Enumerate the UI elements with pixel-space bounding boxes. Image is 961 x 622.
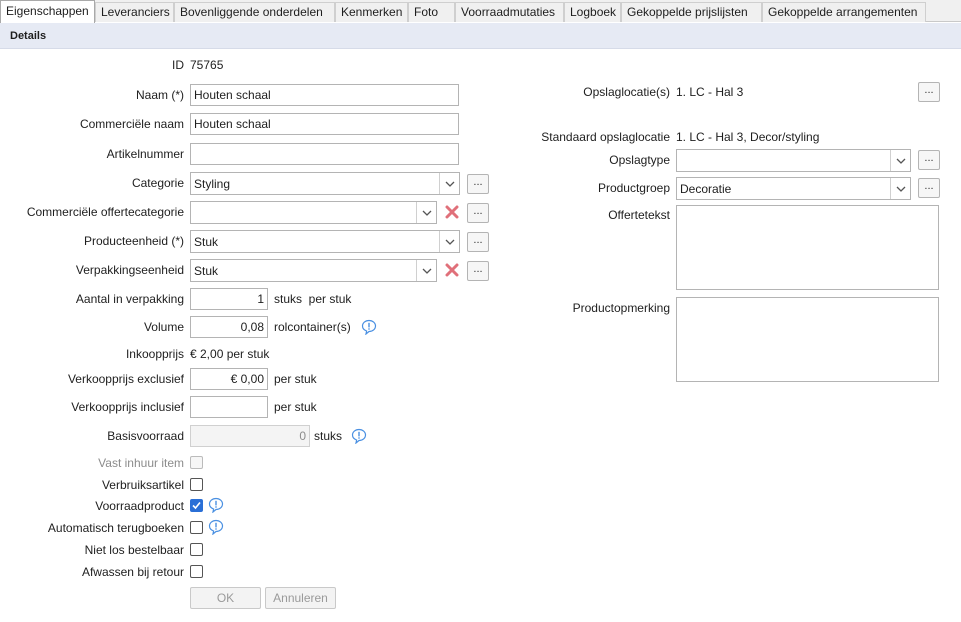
productopmerking-textarea[interactable] (676, 297, 939, 382)
categorie-select[interactable]: Styling (190, 172, 460, 195)
volume-label: Volume (143, 320, 184, 334)
verkoopprijs-exclusief-unit: per stuk (274, 372, 317, 386)
opslaglocaties-value: 1. LC - Hal 3 (676, 85, 744, 99)
niet-los-bestelbaar-label: Niet los bestelbaar (84, 543, 184, 557)
niet-los-bestelbaar-checkbox[interactable] (190, 543, 203, 556)
automatisch-terugboeken-checkbox[interactable] (190, 521, 203, 534)
naam-label: Naam (*) (135, 88, 184, 102)
aantal-in-verpakking-input[interactable] (190, 288, 268, 310)
automatisch-terugboeken-label: Automatisch terugboeken (47, 521, 184, 535)
info-icon[interactable] (208, 519, 224, 535)
categorie-label: Categorie (131, 176, 184, 190)
verbruiksartikel-label: Verbruiksartikel (101, 478, 184, 492)
verpakkingseenheid-browse-button[interactable]: ... (467, 261, 489, 281)
tab-leveranciers[interactable]: Leveranciers (95, 2, 174, 22)
voorraadproduct-label: Voorraadproduct (95, 499, 184, 513)
afwassen-bij-retour-label: Afwassen bij retour (81, 565, 184, 579)
vast-inhuur-item-checkbox (190, 456, 203, 469)
artikelnummer-input[interactable] (190, 143, 459, 165)
tab-bar: Eigenschappen Leveranciers Bovenliggende… (0, 0, 961, 23)
section-title: Details (10, 30, 47, 42)
id-label: ID (172, 58, 184, 72)
check-icon (192, 501, 201, 510)
productgroep-value: Decoratie (680, 182, 732, 196)
opslaglocaties-label: Opslaglocatie(s) (583, 85, 670, 99)
verbruiksartikel-checkbox[interactable] (190, 478, 203, 491)
standaard-opslaglocatie-label: Standaard opslaglocatie (541, 130, 670, 144)
chevron-down-icon[interactable] (890, 150, 910, 171)
volume-input[interactable] (190, 316, 268, 338)
offertetekst-label: Offertetekst (608, 208, 670, 222)
tab-bovenliggende-onderdelen[interactable]: Bovenliggende onderdelen (174, 2, 335, 22)
producteenheid-browse-button[interactable]: ... (467, 232, 489, 252)
remove-x-icon[interactable] (445, 263, 459, 277)
info-icon[interactable] (208, 497, 224, 513)
offertetekst-textarea[interactable] (676, 205, 939, 290)
info-icon[interactable] (361, 319, 377, 335)
naam-input[interactable] (190, 84, 459, 106)
details-section-header: Details (0, 23, 961, 49)
tab-eigenschappen[interactable]: Eigenschappen (0, 0, 95, 23)
producteenheid-select[interactable]: Stuk (190, 230, 460, 253)
categorie-value: Styling (194, 177, 231, 191)
remove-x-icon[interactable] (445, 205, 459, 219)
tab-voorraadmutaties[interactable]: Voorraadmutaties (455, 2, 564, 22)
verkoopprijs-exclusief-label: Verkoopprijs exclusief (67, 372, 184, 386)
commerciele-naam-input[interactable] (190, 113, 459, 135)
offertecategorie-browse-button[interactable]: ... (467, 203, 489, 223)
tab-kenmerken[interactable]: Kenmerken (335, 2, 408, 22)
annuleren-button[interactable]: Annuleren (265, 587, 336, 609)
ok-button[interactable]: OK (190, 587, 261, 609)
tab-gekoppelde-prijslijsten[interactable]: Gekoppelde prijslijsten (621, 2, 762, 22)
info-icon[interactable] (351, 428, 367, 444)
chevron-down-icon[interactable] (416, 202, 436, 223)
commerciele-offertecategorie-select[interactable] (190, 201, 437, 224)
verpakkingseenheid-label: Verpakkingseenheid (75, 263, 184, 277)
basisvoorraad-unit: stuks (314, 429, 343, 443)
vast-inhuur-item-label: Vast inhuur item (98, 456, 184, 470)
verpakkingseenheid-value: Stuk (194, 264, 219, 278)
chevron-down-icon[interactable] (439, 173, 459, 194)
opslagtype-label: Opslagtype (609, 153, 670, 167)
producteenheid-value: Stuk (194, 235, 219, 249)
producteenheid-label: Producteenheid (*) (83, 234, 184, 248)
verkoopprijs-inclusief-unit: per stuk (274, 400, 317, 414)
verkoopprijs-inclusief-input[interactable] (190, 396, 268, 418)
opslagtype-select[interactable] (676, 149, 911, 172)
opslagtype-browse-button[interactable]: ... (918, 150, 940, 170)
commerciele-offertecategorie-label: Commerciële offertecategorie (26, 205, 184, 219)
tab-foto[interactable]: Foto (408, 2, 455, 22)
chevron-down-icon[interactable] (439, 231, 459, 252)
voorraadproduct-checkbox[interactable] (190, 499, 203, 512)
verkoopprijs-inclusief-label: Verkoopprijs inclusief (71, 400, 184, 414)
aantal-in-verpakking-label: Aantal in verpakking (75, 292, 184, 306)
productopmerking-label: Productopmerking (572, 301, 670, 315)
commerciele-naam-label: Commerciële naam (79, 117, 184, 131)
standaard-opslaglocatie-value: 1. LC - Hal 3, Decor/styling (676, 130, 820, 144)
inkoopprijs-value: € 2,00 per stuk (190, 347, 270, 361)
productgroep-select[interactable]: Decoratie (676, 177, 911, 200)
productgroep-browse-button[interactable]: ... (918, 178, 940, 198)
categorie-browse-button[interactable]: ... (467, 174, 489, 194)
chevron-down-icon[interactable] (416, 260, 436, 281)
productgroep-label: Productgroep (597, 181, 670, 195)
opslaglocaties-browse-button[interactable]: ... (918, 82, 940, 102)
tab-logboek[interactable]: Logboek (564, 2, 621, 22)
afwassen-bij-retour-checkbox[interactable] (190, 565, 203, 578)
chevron-down-icon[interactable] (890, 178, 910, 199)
verkoopprijs-exclusief-input[interactable] (190, 368, 268, 390)
volume-unit: rolcontainer(s) (274, 320, 351, 334)
basisvoorraad-input (190, 425, 310, 447)
id-value: 75765 (190, 58, 224, 72)
artikelnummer-label: Artikelnummer (106, 147, 184, 161)
inkoopprijs-label: Inkoopprijs (125, 347, 184, 361)
verpakkingseenheid-select[interactable]: Stuk (190, 259, 437, 282)
basisvoorraad-label: Basisvoorraad (107, 429, 184, 443)
aantal-in-verpakking-unit: stuks per stuk (274, 292, 352, 306)
tab-gekoppelde-arrangementen[interactable]: Gekoppelde arrangementen (762, 2, 926, 22)
